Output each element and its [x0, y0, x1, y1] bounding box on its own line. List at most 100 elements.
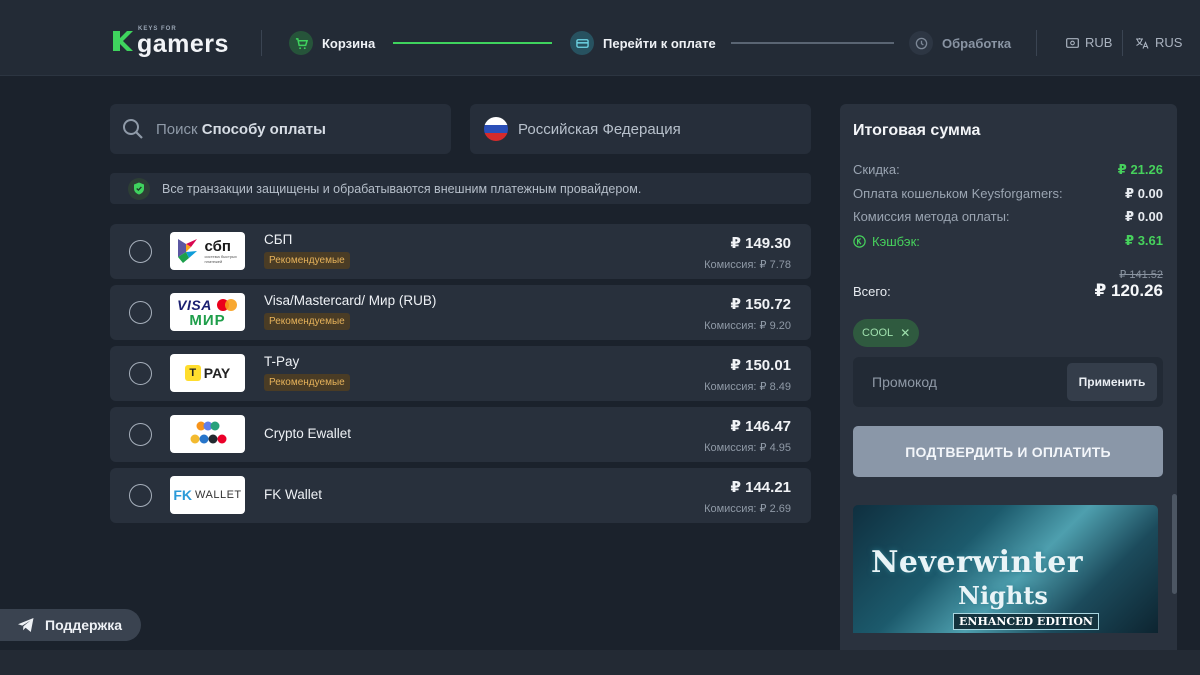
security-notice-text: Все транзакции защищены и обрабатываются…	[162, 181, 642, 196]
russia-flag-icon	[484, 117, 508, 141]
sbp-logo-mark	[177, 239, 197, 263]
discount-value: ₽ 21.26	[1117, 162, 1163, 177]
payment-method-fk-wallet[interactable]: FK WALLET FK Wallet ₽ 144.21 Комиссия: ₽…	[110, 468, 811, 523]
remove-coupon-icon[interactable]: ✕	[900, 326, 910, 340]
site-logo[interactable]: KEYS FOR gamers	[110, 26, 240, 58]
method-fee: Комиссия: ₽ 4.95	[704, 442, 791, 454]
crypto-coins-icon	[190, 421, 226, 444]
payment-methods-list: сбп система быстрых платежей СБП Рекомен…	[110, 224, 811, 529]
search-placeholder-bold: Способу оплаты	[201, 120, 326, 138]
currency-selector[interactable]: RUB	[1066, 35, 1112, 50]
payment-search-box[interactable]: Поиск Способу оплаты	[110, 104, 451, 154]
bottom-bar	[0, 650, 1200, 675]
method-fee: Комиссия: ₽ 7.78	[704, 259, 791, 271]
fk-wallet-text: WALLET	[195, 489, 242, 501]
method-name: СБП	[264, 232, 293, 247]
method-name: Crypto Ewallet	[264, 426, 352, 441]
method-radio[interactable]	[129, 423, 152, 446]
currency-label: RUB	[1085, 35, 1113, 50]
visa-text: VISA	[177, 296, 212, 313]
mastercard-icon	[216, 298, 237, 311]
method-name: FK Wallet	[264, 487, 323, 502]
clock-icon	[909, 31, 933, 55]
method-price: ₽ 146.47	[730, 418, 791, 435]
method-radio[interactable]	[129, 484, 152, 507]
shield-icon	[128, 177, 150, 200]
old-total: ₽ 141.52	[1119, 269, 1163, 281]
game-title-line2: Nights	[958, 581, 1048, 610]
step-cart-label: Корзина	[322, 35, 376, 51]
recommended-badge: Рекомендуемые	[264, 374, 350, 391]
tpay-logo: T PAY	[170, 354, 245, 392]
progress-line-done	[393, 42, 552, 44]
payment-method-tpay[interactable]: T PAY T-Pay Рекомендуемые ₽ 150.01 Комис…	[110, 346, 811, 401]
recommended-badge: Рекомендуемые	[264, 313, 350, 330]
header-divider	[261, 30, 262, 56]
language-label: RUS	[1155, 35, 1183, 50]
method-price: ₽ 150.72	[730, 296, 791, 313]
payment-method-card[interactable]: VISA МИР Visa/Mastercard/ Мир (RUB) Реко…	[110, 285, 811, 340]
sbp-logo-text: сбп	[204, 237, 231, 255]
step-processing: Обработка	[909, 31, 1011, 55]
method-fee: Комиссия: ₽ 8.49	[704, 381, 791, 393]
header-divider	[1122, 30, 1123, 56]
cart-game-preview: Neverwinter Nights ENHANCED EDITION	[840, 494, 1177, 650]
total-label: Всего:	[853, 284, 891, 299]
summary-title: Итоговая сумма	[853, 122, 981, 139]
visa-mir-logo: VISA МИР	[170, 293, 245, 331]
country-label: Российская Федерация	[518, 120, 681, 138]
mir-text: МИР	[189, 311, 226, 329]
logo-k-icon	[113, 31, 133, 51]
discount-row: Скидка: ₽ 21.26	[853, 162, 1163, 178]
step-payment[interactable]: Перейти к оплате	[570, 31, 716, 55]
support-label: Поддержка	[45, 617, 123, 633]
cashback-label: Кэшбэк:	[872, 233, 920, 249]
card-icon	[570, 31, 594, 55]
recommended-badge: Рекомендуемые	[264, 252, 350, 269]
apply-promo-button[interactable]: Применить	[1067, 363, 1157, 401]
step-processing-label: Обработка	[942, 35, 1012, 51]
language-selector[interactable]: RUS	[1135, 35, 1182, 50]
discount-label: Скидка:	[853, 162, 900, 177]
progress-line-pending	[731, 42, 894, 44]
translate-icon	[1136, 37, 1149, 49]
tpay-mark: T	[184, 365, 201, 381]
fee-value: ₽ 0.00	[1125, 209, 1163, 224]
coupon-code: COOL	[862, 327, 894, 339]
method-price: ₽ 144.21	[730, 479, 791, 496]
step-cart[interactable]: Корзина	[289, 31, 375, 55]
wallet-value: ₽ 0.00	[1125, 186, 1163, 201]
promo-code-input[interactable]	[853, 357, 1058, 407]
game-title-line1: Neverwinter	[871, 545, 1084, 580]
search-placeholder-prefix: Поиск	[156, 120, 202, 138]
fee-row: Комиссия метода оплаты: ₽ 0.00	[853, 209, 1163, 225]
sbp-logo: сбп система быстрых платежей	[170, 232, 245, 270]
method-name: T-Pay	[264, 354, 300, 369]
method-radio[interactable]	[129, 362, 152, 385]
method-radio[interactable]	[129, 301, 152, 324]
support-button[interactable]: Поддержка	[0, 609, 141, 641]
total-value: ₽ 120.26	[1094, 281, 1163, 300]
country-selector[interactable]: Российская Федерация	[470, 104, 811, 154]
order-summary-panel: Итоговая сумма Скидка: ₽ 21.26 Оплата ко…	[840, 104, 1177, 494]
cashback-icon	[853, 234, 866, 248]
header-divider	[1036, 30, 1037, 56]
method-radio[interactable]	[129, 240, 152, 263]
security-notice: Все транзакции защищены и обрабатываются…	[110, 173, 811, 204]
logo-wordmark: gamers	[137, 30, 229, 58]
cashback-value: ₽ 3.61	[1125, 233, 1163, 248]
wallet-row: Оплата кошельком Keysforgamers: ₽ 0.00	[853, 186, 1163, 202]
payment-method-sbp[interactable]: сбп система быстрых платежей СБП Рекомен…	[110, 224, 811, 279]
search-placeholder: Поиск Способу оплаты	[156, 121, 326, 138]
confirm-and-pay-button[interactable]: ПОДТВЕРДИТЬ И ОПЛАТИТЬ	[853, 426, 1163, 477]
cart-icon	[289, 31, 313, 55]
game-cover-image[interactable]: Neverwinter Nights ENHANCED EDITION	[853, 505, 1158, 633]
summary-scrollbar[interactable]	[1172, 494, 1177, 594]
cashback-row: Кэшбэк: ₽ 3.61	[853, 233, 1163, 249]
telegram-icon	[18, 618, 34, 632]
applied-coupon-chip[interactable]: COOL ✕	[853, 319, 920, 347]
payment-method-crypto[interactable]: Crypto Ewallet ₽ 146.47 Комиссия: ₽ 4.95	[110, 407, 811, 462]
cash-icon	[1066, 37, 1079, 48]
method-name: Visa/Mastercard/ Мир (RUB)	[264, 293, 437, 308]
crypto-logo	[170, 415, 245, 453]
